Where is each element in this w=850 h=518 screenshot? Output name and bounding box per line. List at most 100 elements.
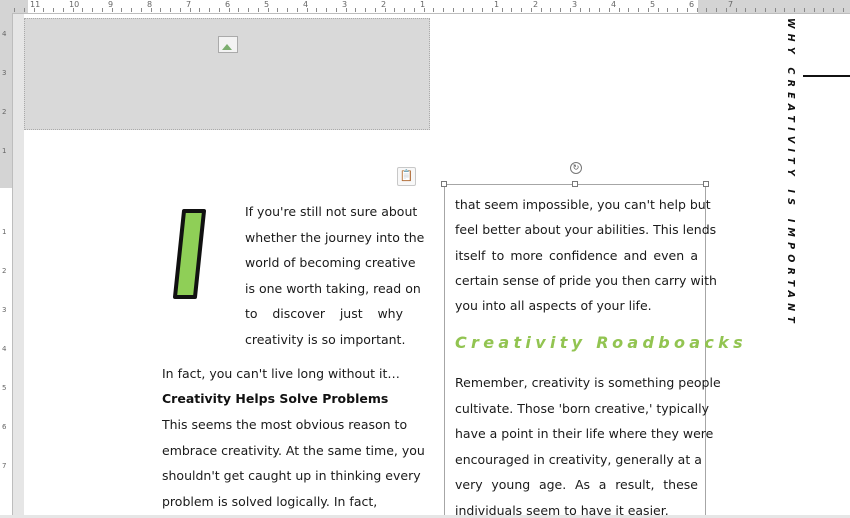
ruler-tick	[277, 8, 278, 12]
ruler-tick	[180, 8, 181, 12]
ruler-tick	[706, 8, 707, 12]
text-line: If you're still not sure about	[245, 204, 418, 219]
ruler-tick	[716, 8, 717, 12]
ruler-tick	[433, 8, 434, 12]
vertical-ruler[interactable]: 4 3 2 1 1 2 3 4 5 6 7	[0, 13, 13, 515]
text-line: itself to more confidence and even a	[455, 247, 698, 263]
ruler-tick	[14, 8, 15, 12]
side-rule	[803, 75, 850, 77]
ruler-tick	[121, 8, 122, 12]
ruler-tick	[541, 8, 542, 12]
ruler-tick	[190, 8, 191, 12]
ruler-tick	[82, 8, 83, 12]
roadblocks-heading: Creativity Roadboacks	[455, 333, 747, 352]
resize-handle-top-middle[interactable]	[572, 181, 578, 187]
ruler-tick	[482, 8, 483, 12]
ruler-tick	[385, 8, 386, 12]
ruler-tick	[784, 8, 785, 12]
ruler-tick	[531, 8, 532, 12]
ruler-tick	[219, 8, 220, 12]
fact-line: In fact, you can't live long without it…	[162, 366, 400, 381]
ruler-tick	[229, 8, 230, 12]
text-line: certain sense of pride you then carry wi…	[455, 272, 717, 288]
text-line: individuals seem to have it easier.	[455, 502, 669, 518]
ruler-tick	[697, 8, 698, 12]
ruler-left-label: 5	[2, 384, 7, 392]
ruler-tick	[765, 8, 766, 12]
ruler-tick	[248, 8, 249, 12]
resize-handle-top-right[interactable]	[703, 181, 709, 187]
ruler-top-label: 10	[69, 0, 80, 9]
ruler-top-label: 2	[533, 0, 539, 9]
ruler-tick	[560, 8, 561, 12]
ruler-tick	[102, 8, 103, 12]
ruler-tick	[346, 8, 347, 12]
ruler-left-label: 4	[2, 30, 7, 38]
ruler-tick	[628, 8, 629, 12]
horizontal-ruler[interactable]: 11 10 9 8 7 6 5 4 3 2 1 1 2 3 4 5 6 7	[0, 0, 850, 14]
ruler-left-label: 4	[2, 345, 7, 353]
ruler-tick	[287, 8, 288, 12]
ruler-tick	[151, 8, 152, 12]
ruler-tick	[131, 8, 132, 12]
text-line: cultivate. Those 'born creative,' typica…	[455, 400, 709, 416]
ruler-tick	[63, 8, 64, 12]
ruler-tick	[43, 8, 44, 12]
ruler-tick	[677, 8, 678, 12]
section-heading: Creativity Helps Solve Problems	[162, 391, 389, 406]
ruler-left-label: 6	[2, 423, 7, 431]
ruler-tick	[658, 8, 659, 12]
ruler-top-label: 1	[494, 0, 500, 9]
ruler-tick	[736, 8, 737, 12]
drop-cap: I	[173, 209, 206, 299]
ruler-tick	[648, 8, 649, 12]
ruler-tick	[521, 8, 522, 12]
ruler-top-label: 11	[30, 0, 41, 9]
ruler-tick	[804, 8, 805, 12]
resize-handle-top-left[interactable]	[441, 181, 447, 187]
text-line: This seems the most obvious reason to	[162, 417, 408, 432]
text-line: Remember, creativity is something people	[455, 375, 721, 390]
ruler-tick	[53, 8, 54, 12]
text-line: world of becoming creative	[245, 255, 416, 270]
header-image-placeholder[interactable]	[24, 18, 430, 130]
paste-options-icon[interactable]: 📋	[397, 167, 416, 186]
ruler-tick	[502, 8, 503, 12]
ruler-left-label: 3	[2, 306, 7, 314]
ruler-tick	[209, 8, 210, 12]
ruler-tick	[375, 8, 376, 12]
ruler-tick	[307, 8, 308, 12]
ruler-tick	[170, 8, 171, 12]
ruler-tick	[775, 8, 776, 12]
ruler-tick	[619, 8, 620, 12]
ruler-tick	[394, 8, 395, 12]
text-line: is one worth taking, read on	[245, 280, 421, 296]
ruler-tick	[24, 8, 25, 12]
ruler-tick	[745, 8, 746, 12]
ruler-tick	[316, 8, 317, 12]
ruler-tick	[599, 8, 600, 12]
text-line: have a point in their life where they we…	[455, 426, 714, 441]
rotate-handle-icon[interactable]: ↻	[570, 162, 582, 174]
ruler-tick	[550, 8, 551, 12]
text-line: very young age. As a result, these	[455, 477, 698, 492]
ruler-tick	[453, 8, 454, 12]
ruler-left-label: 1	[2, 228, 7, 236]
ruler-tick	[268, 8, 269, 12]
ruler-top-label: 6	[689, 0, 695, 9]
ruler-tick	[638, 8, 639, 12]
text-line: embrace creativity. At the same time, yo…	[162, 442, 425, 458]
ruler-tick	[667, 8, 668, 12]
ruler-tick	[238, 8, 239, 12]
ruler-tick	[326, 8, 327, 12]
ruler-tick	[258, 8, 259, 12]
ruler-tick	[472, 8, 473, 12]
text-line: creativity is so important.	[245, 331, 406, 347]
ruler-tick	[492, 8, 493, 12]
ruler-left-label: 1	[2, 147, 7, 155]
ruler-tick	[589, 8, 590, 12]
ruler-tick	[160, 8, 161, 12]
ruler-tick	[833, 8, 834, 12]
text-line: that seem impossible, you can't help but	[455, 197, 711, 212]
drop-cap-letter-shape	[173, 209, 206, 299]
